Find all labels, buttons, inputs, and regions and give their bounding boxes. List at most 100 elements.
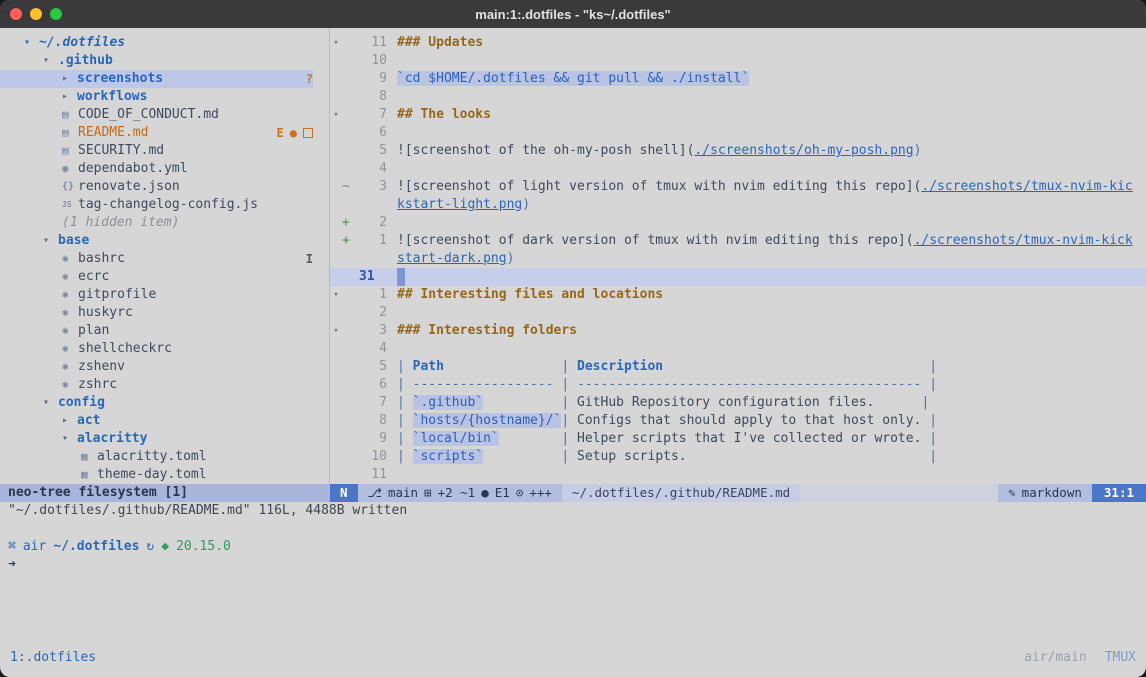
tree-item-theme-day-toml[interactable]: ▦theme-day.toml xyxy=(0,466,313,484)
markdown-link[interactable]: ./screenshots/oh-my-posh.png xyxy=(694,143,913,158)
editor-line-5[interactable]: 5![screenshot of the oh-my-posh shell](.… xyxy=(330,142,1146,160)
titlebar: main:1:.dotfiles - "ks~/.dotfiles" xyxy=(0,0,1146,28)
statusline-git-section: ⎇ main ⊞ +2 ~1 ● E1 ⊙ +++ xyxy=(358,484,562,502)
tree-item-base[interactable]: ▾base xyxy=(0,232,313,250)
line-content: ## Interesting files and locations xyxy=(397,286,663,304)
doc-file-icon: ▤ xyxy=(62,124,78,142)
tree-item-label: CODE_OF_CONDUCT.md xyxy=(78,106,219,124)
chevron-down-icon[interactable]: ▾ xyxy=(62,430,77,448)
tree-item-github[interactable]: ▾.github xyxy=(0,52,313,70)
tree-item-act[interactable]: ▸act xyxy=(0,412,313,430)
chevron-down-icon[interactable]: ▾ xyxy=(43,394,58,412)
chevron-down-icon[interactable]: ▾ xyxy=(24,34,39,52)
line-content: ### Interesting folders xyxy=(397,322,577,340)
git-status-badge: E xyxy=(277,124,284,142)
tmux-window-tab[interactable]: 1:.dotfiles xyxy=(10,649,96,667)
fold-marker-icon: ▾ xyxy=(330,286,342,304)
editor-line-4[interactable]: 4 xyxy=(330,340,1146,358)
tree-item-alacritty-toml[interactable]: ▦alacritty.toml xyxy=(0,448,313,466)
editor-line-11[interactable]: 11 xyxy=(330,466,1146,484)
chevron-right-icon[interactable]: ▸ xyxy=(62,412,77,430)
line-number: 2 xyxy=(355,304,397,322)
tree-item-ecrc[interactable]: ✱ecrc xyxy=(0,268,313,286)
editor-line-1[interactable]: ▾1## Interesting files and locations xyxy=(330,286,1146,304)
editor-line-10[interactable]: 10| `scripts` | Setup scripts. | xyxy=(330,448,1146,466)
minimize-button[interactable] xyxy=(30,8,42,20)
editor-line-9[interactable]: 9`cd $HOME/.dotfiles && git pull && ./in… xyxy=(330,70,1146,88)
editor-line-8[interactable]: 8 xyxy=(330,88,1146,106)
fold-marker-icon xyxy=(330,466,342,484)
editor-line-11[interactable]: ▾11### Updates xyxy=(330,34,1146,52)
tree-item-config[interactable]: ▾config xyxy=(0,394,313,412)
line-content: `cd $HOME/.dotfiles && git pull && ./ins… xyxy=(397,70,749,88)
chevron-down-icon[interactable]: ▾ xyxy=(43,52,58,70)
line-content xyxy=(397,268,405,286)
chevron-right-icon[interactable]: ▸ xyxy=(62,88,77,106)
tree-item-zshrc[interactable]: ✱zshrc xyxy=(0,376,313,394)
editor-line-3[interactable]: ▾3### Interesting folders xyxy=(330,322,1146,340)
sign-column xyxy=(342,196,355,214)
editor-line-7[interactable]: 7| `.github` | GitHub Repository configu… xyxy=(330,394,1146,412)
tree-item-renovate-json[interactable]: {}renovate.json xyxy=(0,178,313,196)
editor-line-2[interactable]: 2 xyxy=(330,304,1146,322)
mode-indicator: N xyxy=(330,484,358,502)
tree-item-zshenv[interactable]: ✱zshenv xyxy=(0,358,313,376)
apple-icon: ⌘ xyxy=(8,538,16,556)
editor-line-7[interactable]: ▾7## The looks xyxy=(330,106,1146,124)
tree-item-dotfiles[interactable]: ▾~/.dotfiles xyxy=(0,34,313,52)
editor-line-wrap[interactable]: start-dark.png) xyxy=(330,250,1146,268)
prompt-arrow-icon[interactable]: ➜ xyxy=(0,556,1146,574)
fold-marker-icon: ▾ xyxy=(330,322,342,340)
sign-column xyxy=(342,268,355,286)
markdown-link[interactable]: ./screenshots/tmux-nvim-kick xyxy=(914,233,1133,248)
tree-item-code-of-conduct-md[interactable]: ▤CODE_OF_CONDUCT.md xyxy=(0,106,313,124)
terminal-window: main:1:.dotfiles - "ks~/.dotfiles" ▾~/.d… xyxy=(0,0,1146,677)
zoom-button[interactable] xyxy=(50,8,62,20)
markdown-link[interactable]: kstart-light.png xyxy=(397,197,522,212)
tree-item-gitprofile[interactable]: ✱gitprofile xyxy=(0,286,313,304)
statusline-filetype: ✎ markdown xyxy=(998,484,1092,502)
sign-column xyxy=(342,52,355,70)
markdown-link[interactable]: start-dark.png xyxy=(397,251,507,266)
line-content: | `.github` | GitHub Repository configur… xyxy=(397,394,929,412)
tree-item-label: bashrc xyxy=(78,250,125,268)
editor-line-10[interactable]: 10 xyxy=(330,52,1146,70)
tree-item-security-md[interactable]: ▤SECURITY.md xyxy=(0,142,313,160)
sign-column xyxy=(342,358,355,376)
editor-line-9[interactable]: 9| `local/bin` | Helper scripts that I'v… xyxy=(330,430,1146,448)
line-content: | `local/bin` | Helper scripts that I've… xyxy=(397,430,937,448)
line-number: 11 xyxy=(355,466,397,484)
chevron-right-icon[interactable]: ▸ xyxy=(62,70,77,88)
tree-item-screenshots[interactable]: ▸screenshots? xyxy=(0,70,313,88)
editor-line-5[interactable]: 5| Path | Description | xyxy=(330,358,1146,376)
tree-item-readme-md[interactable]: ▤README.mdE● xyxy=(0,124,313,142)
editor-line-wrap[interactable]: kstart-light.png) xyxy=(330,196,1146,214)
fold-marker-icon xyxy=(330,376,342,394)
sign-column xyxy=(342,88,355,106)
fold-marker-icon xyxy=(330,178,342,196)
tree-item-alacritty[interactable]: ▾alacritty xyxy=(0,430,313,448)
editor-line-8[interactable]: 8| `hosts/{hostname}/`| Configs that sho… xyxy=(330,412,1146,430)
chevron-down-icon[interactable]: ▾ xyxy=(43,232,58,250)
tree-item-shellcheckrc[interactable]: ✱shellcheckrc xyxy=(0,340,313,358)
editor-line-2[interactable]: +2 xyxy=(330,214,1146,232)
markdown-link[interactable]: ./screenshots/tmux-nvim-kic xyxy=(921,179,1132,194)
fold-marker-icon xyxy=(330,358,342,376)
editor-line-6[interactable]: 6| ------------------ | ----------------… xyxy=(330,376,1146,394)
editor-line-1[interactable]: +1![screenshot of dark version of tmux w… xyxy=(330,232,1146,250)
tree-item-tag-changelog-config-js[interactable]: JStag-changelog-config.js xyxy=(0,196,313,214)
editor-line-3[interactable]: ~3![screenshot of light version of tmux … xyxy=(330,178,1146,196)
tree-item-1-hidden-item[interactable]: (1 hidden item) xyxy=(0,214,313,232)
editor-line-4[interactable]: 4 xyxy=(330,160,1146,178)
tree-item-bashrc[interactable]: ✱bashrcI xyxy=(0,250,313,268)
text-span: ![screenshot of the oh-my-posh shell]( xyxy=(397,143,694,158)
tree-item-plan[interactable]: ✱plan xyxy=(0,322,313,340)
tree-item-workflows[interactable]: ▸workflows xyxy=(0,88,313,106)
tree-item-dependabot-yml[interactable]: ◉dependabot.yml xyxy=(0,160,313,178)
close-button[interactable] xyxy=(10,8,22,20)
terminal-area[interactable]: ⌘ air ~/.dotfiles ↻ ◆ 20.15.0 ➜ 1:.dotfi… xyxy=(0,520,1146,677)
editor-line-6[interactable]: 6 xyxy=(330,124,1146,142)
line-number: 7 xyxy=(355,106,397,124)
tree-item-huskyrc[interactable]: ✱huskyrc xyxy=(0,304,313,322)
editor-line-31[interactable]: 31 xyxy=(330,268,1146,286)
